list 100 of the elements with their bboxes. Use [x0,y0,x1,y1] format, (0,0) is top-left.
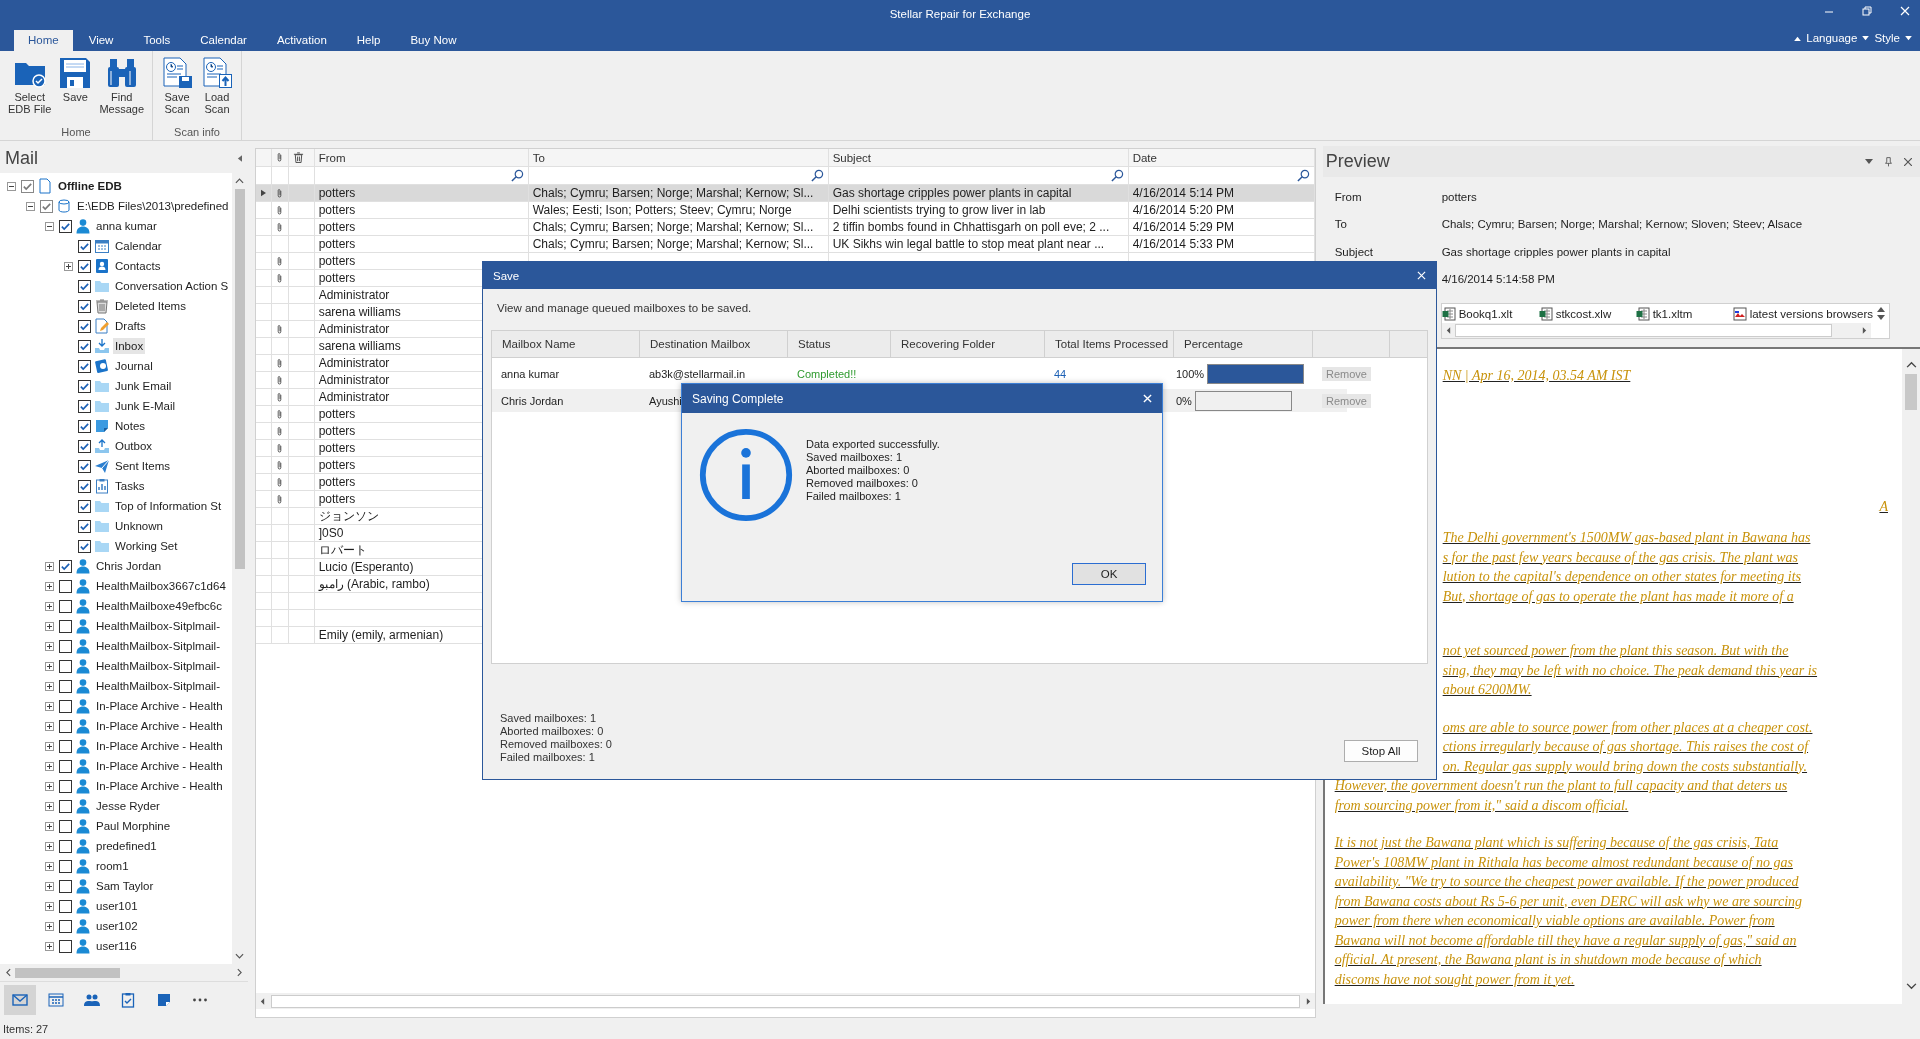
checkbox[interactable] [78,439,91,453]
column-header[interactable]: From [314,149,529,167]
ribbon-tab[interactable]: Home [14,30,73,51]
checkbox[interactable] [59,559,72,573]
scroll-right-icon[interactable] [236,968,242,977]
ribbon-button[interactable]: Save Scan [159,55,196,126]
checkbox[interactable] [59,879,72,893]
tree-item[interactable]: Inbox [113,338,146,354]
search-icon[interactable] [1296,169,1310,182]
expand-icon[interactable] [45,601,54,611]
attachment[interactable]: stkcost.xlw [1538,306,1636,321]
tree-item[interactable]: Sent Items [113,458,172,474]
scroll-right-icon[interactable] [1862,326,1867,335]
table-row[interactable]: potters Chals; Cymru; Barsen; Norge; Marshal; Kernow; Sl... Gas shortage cripples power plants in capital 4/16/2014 5:14 PM [255,185,1315,202]
tree-item[interactable]: Chris Jordan [94,558,164,574]
checkbox[interactable] [78,279,91,293]
ribbon-button[interactable]: Select EDB File [6,55,54,126]
tree-item[interactable]: Calendar [113,238,164,254]
checkbox[interactable] [59,699,72,713]
pin-icon[interactable] [1885,156,1892,167]
expand-icon[interactable] [45,701,54,711]
search-icon[interactable] [510,169,524,182]
expand-icon[interactable] [64,261,73,271]
checkbox[interactable] [78,319,91,333]
close-icon[interactable] [1904,157,1912,166]
collapse-icon[interactable] [45,221,54,231]
scroll-down-icon[interactable] [1905,983,1917,990]
checkbox[interactable] [78,519,91,533]
tree-item[interactable]: HealthMailboxe49efbc6c [94,598,224,614]
checkbox[interactable] [59,599,72,613]
tree-item[interactable]: Conversation Action S [113,278,231,294]
expand-icon[interactable] [45,841,54,851]
tree-item[interactable]: Contacts [113,258,163,274]
stop-all-button[interactable]: Stop All [1344,740,1418,762]
tree-item[interactable]: E:\EDB Files\2013\predefined [75,198,231,214]
tree-item[interactable]: In-Place Archive - Health [94,738,225,754]
ribbon-tab[interactable]: Help [342,30,395,51]
tree-item[interactable]: HealthMailbox-Sitplmail- [94,618,222,634]
checkbox[interactable] [59,719,72,733]
tree-item[interactable]: Deleted Items [113,298,188,314]
checkbox[interactable] [59,639,72,653]
ribbon-tab[interactable]: Calendar [186,30,261,51]
ribbon-tab[interactable]: Tools [129,30,185,51]
tree-item[interactable]: Jesse Ryder [94,798,162,814]
checkbox[interactable] [59,839,72,853]
column-header[interactable]: Date [1128,149,1315,167]
scroll-left-icon[interactable] [1445,326,1451,335]
expand-icon[interactable] [45,781,54,791]
expand-icon[interactable] [45,861,54,871]
tree-item[interactable]: user101 [94,898,140,914]
scroll-right-icon[interactable] [1305,996,1311,1006]
checkbox[interactable] [59,759,72,773]
tree-item[interactable]: In-Place Archive - Health [94,718,225,734]
checkbox[interactable] [59,659,72,673]
scroll-down-icon[interactable] [1877,315,1885,320]
scroll-left-icon[interactable] [6,968,11,977]
checkbox[interactable] [59,679,72,693]
checkbox[interactable] [59,899,72,913]
column-header[interactable]: To [528,149,829,167]
tree-item[interactable]: Junk Email [113,378,174,394]
scroll-up-icon[interactable] [1905,361,1917,368]
checkbox[interactable] [78,479,91,493]
tree-item[interactable]: anna kumar [94,218,159,234]
tree-item[interactable]: Notes [113,418,148,434]
checkbox[interactable] [78,379,91,393]
tree-item[interactable]: Working Set [113,538,180,554]
search-icon[interactable] [810,169,824,182]
tree-item[interactable]: In-Place Archive - Health [94,778,225,794]
scrollbar-thumb[interactable] [1454,324,1832,337]
expand-icon[interactable] [45,581,54,591]
checkbox[interactable] [40,199,53,213]
tree-item[interactable]: In-Place Archive - Health [94,758,225,774]
scroll-left-icon[interactable] [259,996,265,1006]
checkbox[interactable] [78,239,91,253]
scroll-up-icon[interactable] [1877,307,1885,312]
ribbon-tab[interactable]: View [74,30,128,51]
checkbox[interactable] [59,779,72,793]
expand-icon[interactable] [45,941,54,951]
checkbox[interactable] [59,799,72,813]
expand-icon[interactable] [45,721,54,731]
tree-item[interactable]: Top of Information St [113,498,224,514]
table-row[interactable]: potters Wales; Eesti; Ison; Potters; Steev; Cymru; Norge Delhi scientists trying to grow liver in lab 4/16/2014 5:20 PM [255,202,1315,219]
checkbox[interactable] [59,939,72,953]
scroll-up-icon[interactable] [235,178,245,184]
tree-item[interactable]: HealthMailbox3667c1d64 [94,578,228,594]
checkbox[interactable] [59,219,72,233]
checkbox[interactable] [78,459,91,473]
checkbox[interactable] [78,399,91,413]
tree-item[interactable]: Unknown [113,518,165,534]
collapse-pane-icon[interactable] [236,154,242,162]
expand-icon[interactable] [45,921,54,931]
scroll-down-icon[interactable] [235,953,245,959]
checkbox[interactable] [78,359,91,373]
collapse-icon[interactable] [7,181,16,191]
expand-icon[interactable] [45,661,54,671]
tree-item[interactable]: user116 [94,938,139,954]
collapse-icon[interactable] [26,201,35,211]
restore-icon[interactable] [1862,6,1872,16]
ok-button[interactable]: OK [1072,563,1146,585]
expand-icon[interactable] [45,881,54,891]
